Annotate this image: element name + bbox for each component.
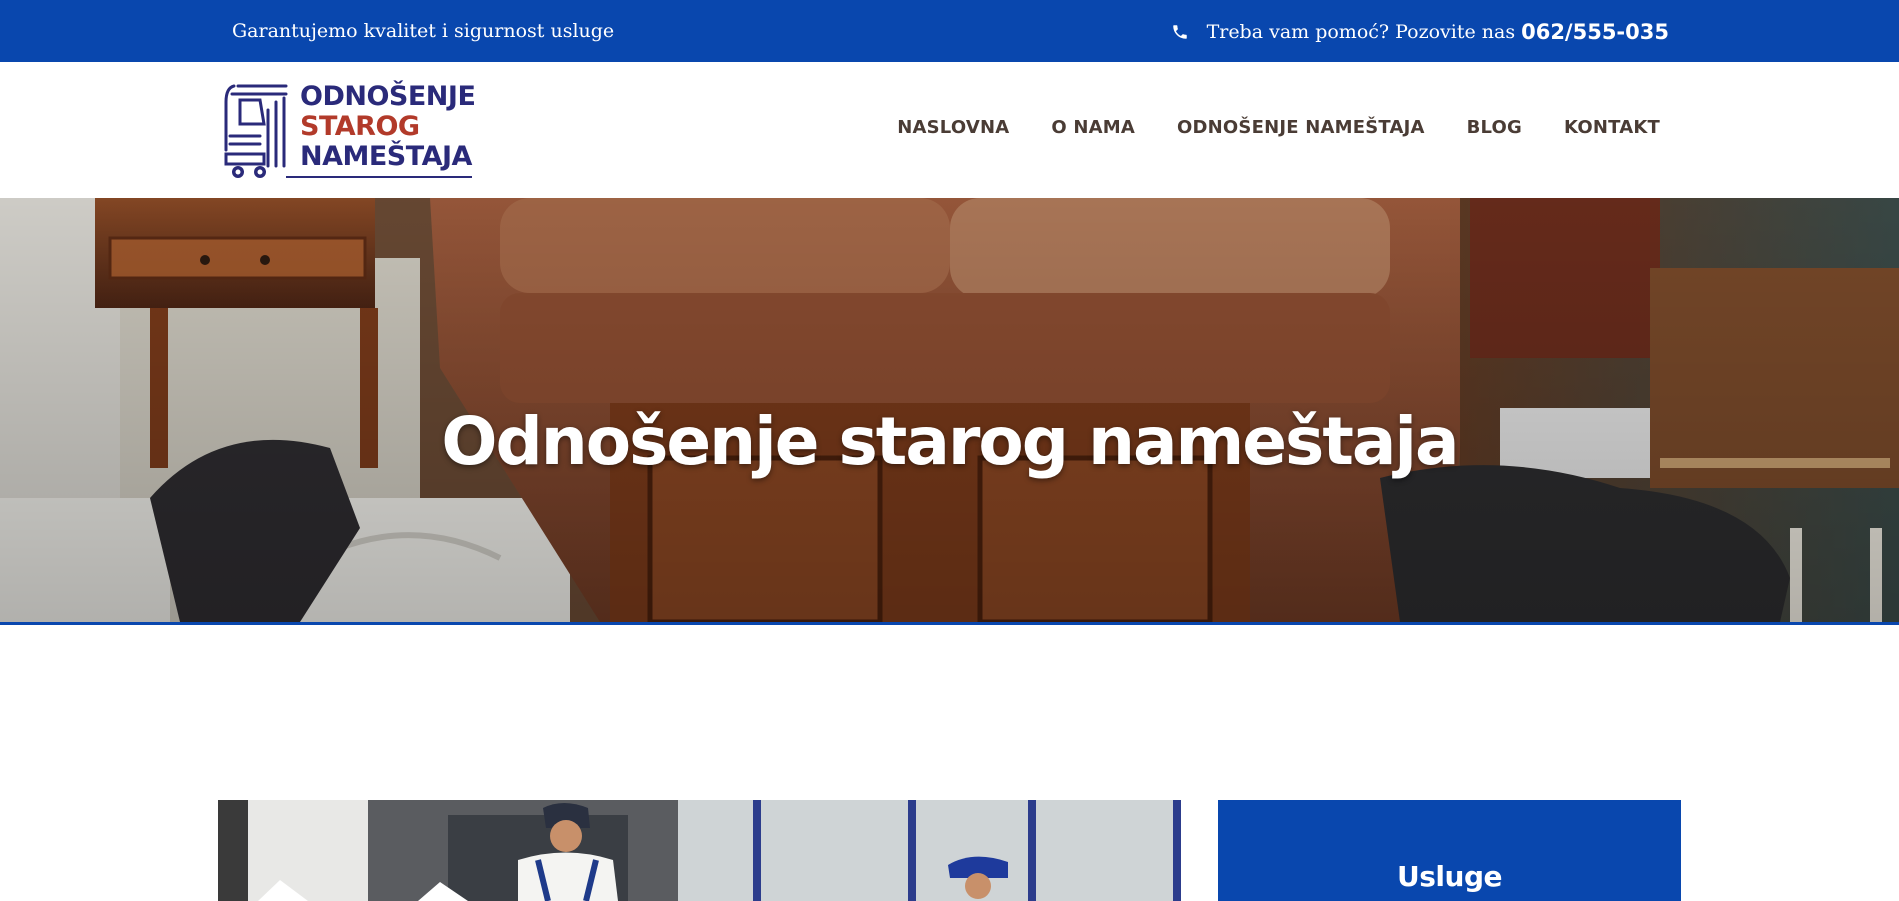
movers-image [218, 800, 1181, 901]
nav-item-o-nama[interactable]: O NAMA [1051, 117, 1135, 138]
hero-banner: Odnošenje starog nameštaja [0, 198, 1899, 622]
nav-item-naslovna[interactable]: NASLOVNA [897, 117, 1009, 138]
phone-number-link[interactable]: 062/555-035 [1521, 20, 1669, 44]
logo-line-1: ODNOŠENJE [300, 81, 476, 112]
help-contact: Treba vam pomoć? Pozovite nas 062/555-03… [1171, 19, 1669, 45]
movers-photo [218, 800, 1181, 901]
site-logo[interactable]: ODNOŠENJE STAROG NAMEŠTAJA [218, 80, 476, 182]
hero-divider [0, 622, 1899, 625]
top-bar: Garantujemo kvalitet i sigurnost usluge … [0, 0, 1899, 62]
tagline: Garantujemo kvalitet i sigurnost usluge [232, 20, 615, 42]
logo-underline [286, 176, 472, 178]
logo-line-2: STAROG [300, 111, 420, 142]
nav-item-blog[interactable]: BLOG [1467, 117, 1522, 138]
services-sidebar: Usluge [1218, 800, 1681, 901]
main-nav: NASLOVNA O NAMA ODNOŠENJE NAMEŠTAJA BLOG… [897, 117, 1660, 138]
truck-icon [224, 84, 288, 178]
nav-item-odnosenje-namestaja[interactable]: ODNOŠENJE NAMEŠTAJA [1177, 117, 1425, 138]
phone-icon [1171, 23, 1189, 41]
services-title: Usluge [1397, 860, 1502, 893]
logo-line-3: NAMEŠTAJA [300, 141, 472, 172]
nav-item-kontakt[interactable]: KONTAKT [1564, 117, 1660, 138]
site-header: ODNOŠENJE STAROG NAMEŠTAJA NASLOVNA O NA… [0, 62, 1899, 198]
hero-title: Odnošenje starog nameštaja [441, 403, 1459, 480]
help-text: Treba vam pomoć? Pozovite nas [1206, 21, 1516, 43]
